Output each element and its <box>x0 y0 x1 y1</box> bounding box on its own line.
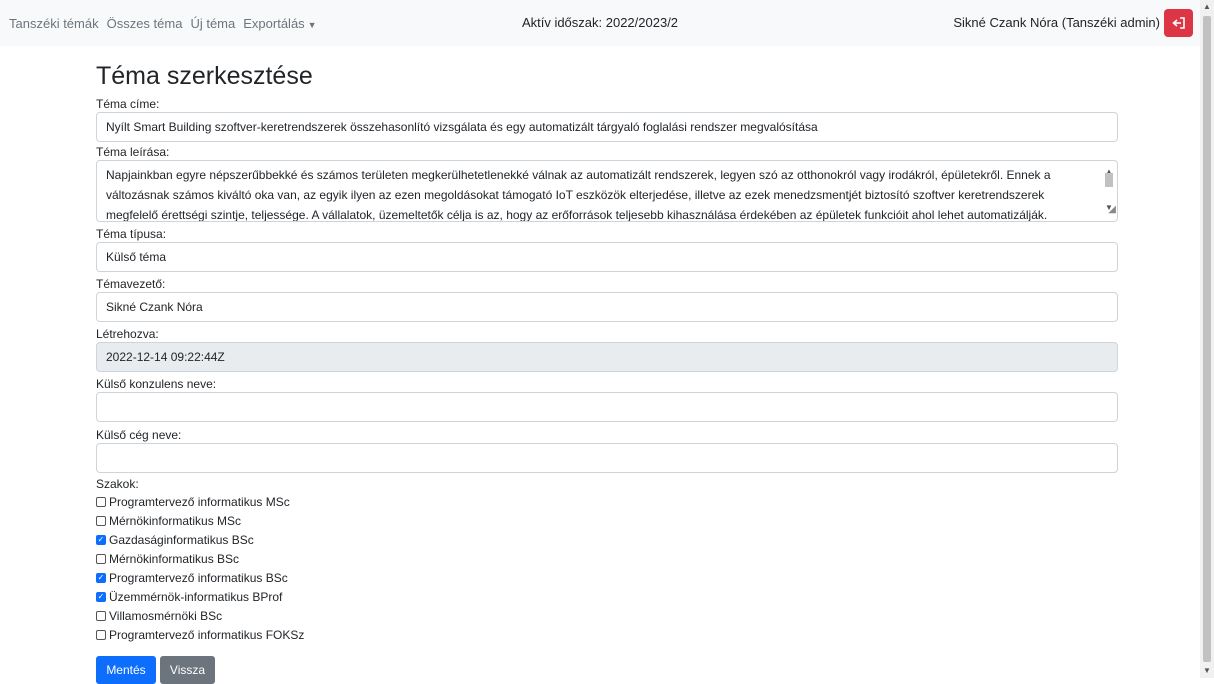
company-label: Külső cég neve: <box>96 428 182 442</box>
description-text: Napjainkban egyre népszerűbbekké és szám… <box>106 168 1051 222</box>
save-button[interactable]: Mentés <box>96 656 156 684</box>
major-checkbox-row[interactable]: ✓ Üzemmérnök-informatikus BProf <box>96 587 1118 606</box>
major-checkbox-row[interactable]: ✓ Programtervező informatikus BSc <box>96 568 1118 587</box>
major-label: Mérnökinformatikus MSc <box>109 513 242 528</box>
consultant-label: Külső konzulens neve: <box>96 377 217 391</box>
major-checkbox-row[interactable]: Mérnökinformatikus BSc <box>96 549 1118 568</box>
major-checkbox-row[interactable]: Villamosmérnöki BSc <box>96 606 1118 625</box>
back-button[interactable]: Vissza <box>160 656 215 684</box>
major-checkbox-row[interactable]: Programtervező informatikus FOKSz <box>96 625 1118 644</box>
scroll-thumb[interactable] <box>1105 173 1113 187</box>
edit-topic-form: Téma szerkesztése Téma címe: Nyílt Smart… <box>96 58 1118 644</box>
page-scroll-thumb[interactable] <box>1203 16 1211 662</box>
major-label: Üzemmérnök-informatikus BProf <box>109 589 283 604</box>
checkbox-checked-icon[interactable]: ✓ <box>96 591 106 602</box>
logout-icon <box>1171 17 1185 29</box>
created-field: 2022-12-14 09:22:44Z <box>96 342 1118 372</box>
nav-link-department-topics[interactable]: Tanszéki témák <box>9 16 99 31</box>
title-input[interactable]: Nyílt Smart Building szoftver-keretrends… <box>96 112 1118 142</box>
major-label: Gazdaságinformatikus BSc <box>109 532 254 547</box>
title-label: Téma címe: <box>96 97 160 111</box>
page-scrollbar[interactable]: ▲ ▼ <box>1200 0 1214 678</box>
description-textarea[interactable]: Napjainkban egyre népszerűbbekké és szám… <box>96 160 1118 222</box>
scroll-down-arrow-icon[interactable]: ▼ <box>1200 666 1214 675</box>
type-label: Téma típusa: <box>96 227 167 241</box>
resize-grip-icon[interactable]: ◢ <box>1108 200 1116 220</box>
checkbox-icon[interactable] <box>96 515 106 526</box>
page-title: Téma szerkesztése <box>96 62 313 90</box>
checkbox-icon[interactable] <box>96 610 106 621</box>
created-label: Létrehozva: <box>96 327 159 341</box>
major-label: Villamosmérnöki BSc <box>109 608 223 623</box>
checkbox-checked-icon[interactable]: ✓ <box>96 534 106 545</box>
user-name: Sikné Czank Nóra (Tanszéki admin) <box>953 15 1160 30</box>
checkbox-icon[interactable] <box>96 553 106 564</box>
major-checkbox-row[interactable]: Programtervező informatikus MSc <box>96 492 1118 511</box>
nav-link-new-topic[interactable]: Új téma <box>190 16 235 31</box>
nav-link-all-topics[interactable]: Összes téma <box>107 16 183 31</box>
major-label: Programtervező informatikus MSc <box>109 494 290 509</box>
navbar: Tanszéki témák Összes téma Új téma Expor… <box>0 0 1200 46</box>
majors-label: Szakok: <box>96 477 139 491</box>
caret-down-icon: ▼ <box>307 19 317 30</box>
major-checkbox-row[interactable]: Mérnökinformatikus MSc <box>96 511 1118 530</box>
logout-button[interactable] <box>1164 9 1193 37</box>
major-label: Programtervező informatikus BSc <box>109 570 288 585</box>
checkbox-icon[interactable] <box>96 629 106 640</box>
scroll-up-arrow-icon[interactable]: ▲ <box>1200 2 1214 11</box>
checkbox-icon[interactable] <box>96 496 106 507</box>
description-label: Téma leírása: <box>96 145 170 159</box>
type-select[interactable]: Külső téma <box>96 242 1118 272</box>
nav-links: Tanszéki témák Összes téma Új téma Expor… <box>9 0 325 46</box>
nav-dropdown-export[interactable]: Exportálás ▼ <box>243 16 316 31</box>
major-label: Programtervező informatikus FOKSz <box>109 627 305 642</box>
major-label: Mérnökinformatikus BSc <box>109 551 240 566</box>
major-checkbox-row[interactable]: ✓ Gazdaságinformatikus BSc <box>96 530 1118 549</box>
consultant-input[interactable] <box>96 392 1118 422</box>
company-input[interactable] <box>96 443 1118 473</box>
majors-list: Programtervező informatikus MSc Mérnökinf… <box>96 492 1118 644</box>
supervisor-select[interactable]: Sikné Czank Nóra <box>96 292 1118 322</box>
supervisor-label: Témavezető: <box>96 277 166 291</box>
checkbox-checked-icon[interactable]: ✓ <box>96 572 106 583</box>
export-label: Exportálás <box>243 15 305 31</box>
